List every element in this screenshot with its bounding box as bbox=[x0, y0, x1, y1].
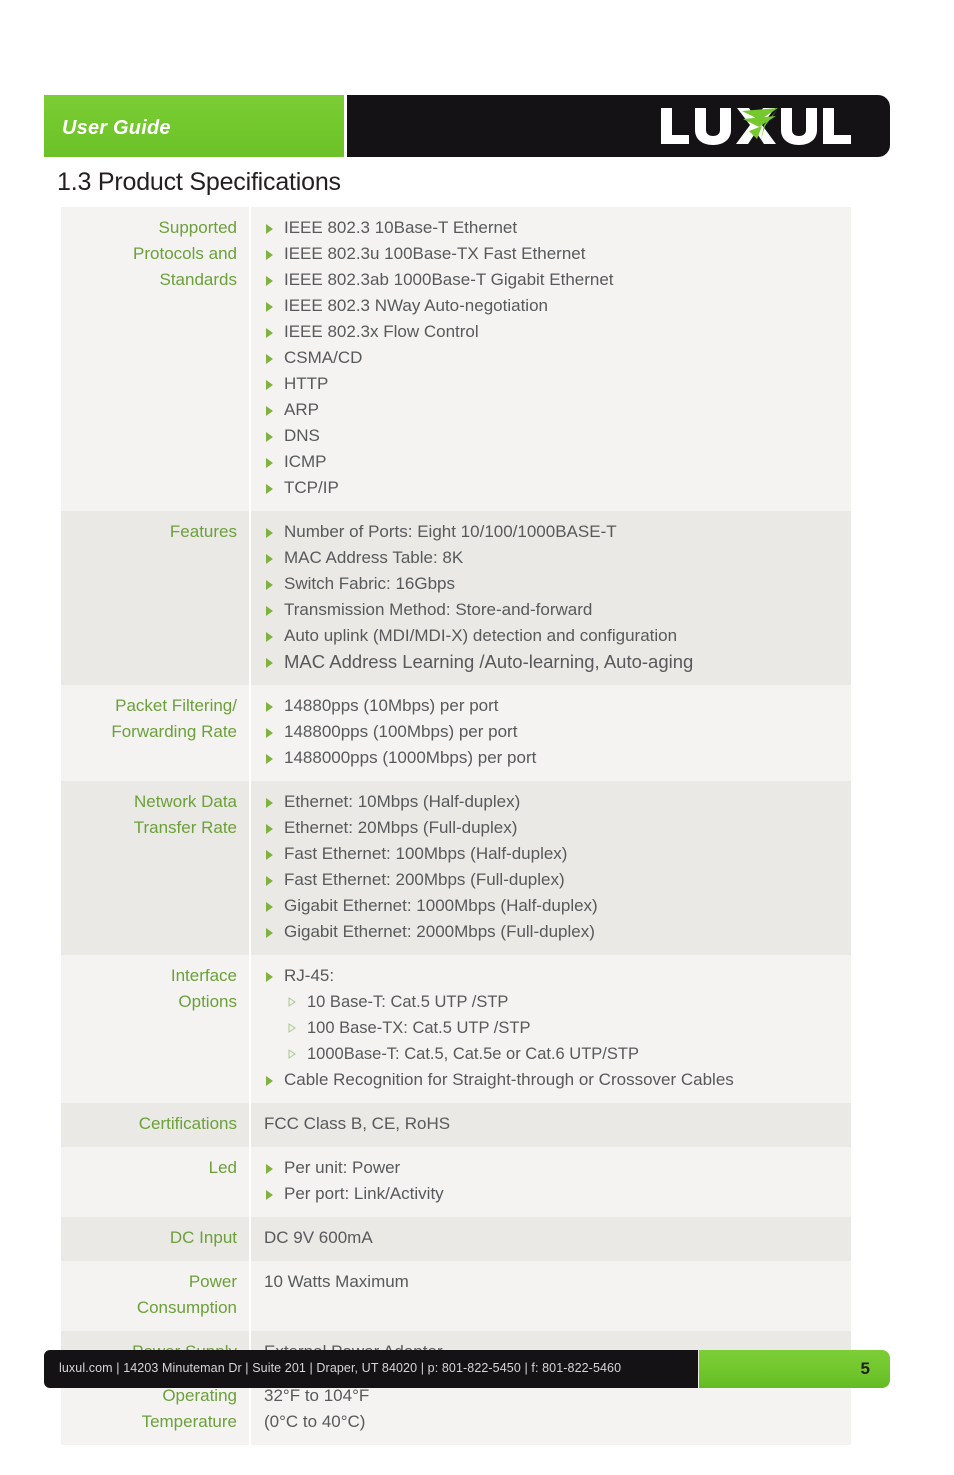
label-line: Features bbox=[169, 522, 237, 541]
section-title: 1.3 Product Specifications bbox=[57, 168, 341, 196]
label-line: Supported bbox=[158, 218, 237, 237]
bullet-item: Per port: Link/Activity bbox=[263, 1181, 841, 1207]
bullet-item: Ethernet: 20Mbps (Full-duplex) bbox=[263, 815, 841, 841]
bullet-item: CSMA/CD bbox=[263, 345, 841, 371]
sub-bullet-item: 100 Base-TX: Cat.5 UTP /STP bbox=[263, 1015, 841, 1041]
label-line: Certifications bbox=[138, 1114, 237, 1133]
label-line: Options bbox=[178, 992, 237, 1011]
bullet-item: Cable Recognition for Straight-through o… bbox=[263, 1067, 841, 1093]
bullet-item: IEEE 802.3u 100Base-TX Fast Ethernet bbox=[263, 241, 841, 267]
sub-bullet-text: 10 Base-T: Cat.5 UTP /STP bbox=[307, 993, 509, 1011]
bullet-item: IEEE 802.3x Flow Control bbox=[263, 319, 841, 345]
bullet-item: DNS bbox=[263, 423, 841, 449]
label-line: Forwarding Rate bbox=[111, 722, 237, 741]
luxul-logo bbox=[659, 104, 864, 148]
bullet-item: Gigabit Ethernet: 2000Mbps (Full-duplex) bbox=[263, 919, 841, 945]
bullet-item: MAC Address Table: 8K bbox=[263, 545, 841, 571]
value-text: DC 9V 600mA bbox=[264, 1228, 373, 1247]
table-row: Interface Options RJ-45: 10 Base-T: Cat.… bbox=[61, 955, 851, 1103]
page-header: User Guide bbox=[44, 95, 890, 157]
bullet-item: 148800pps (100Mbps) per port bbox=[263, 719, 841, 745]
page-footer: luxul.com | 14203 Minuteman Dr | Suite 2… bbox=[44, 1350, 890, 1388]
label-line: DC Input bbox=[169, 1228, 237, 1247]
hollow-triangle-icon bbox=[288, 1023, 296, 1033]
value-text: (0°C to 40°C) bbox=[264, 1412, 366, 1431]
user-guide-banner: User Guide bbox=[44, 95, 344, 157]
footer-contact-bar: luxul.com | 14203 Minuteman Dr | Suite 2… bbox=[44, 1350, 698, 1388]
bullet-item: Switch Fabric: 16Gbps bbox=[263, 571, 841, 597]
footer-page-badge: 5 bbox=[699, 1350, 890, 1388]
bullet-item: Ethernet: 10Mbps (Half-duplex) bbox=[263, 789, 841, 815]
row-label-supported-protocols-and-standards: Supported Protocols and Standards bbox=[61, 207, 251, 511]
table-row: Power Consumption 10 Watts Maximum bbox=[61, 1261, 851, 1331]
user-guide-label: User Guide bbox=[62, 117, 171, 139]
bullet-item: 14880pps (10Mbps) per port bbox=[263, 693, 841, 719]
label-line: Packet Filtering/ bbox=[115, 696, 237, 715]
bullet-item: IEEE 802.3ab 1000Base-T Gigabit Ethernet bbox=[263, 267, 841, 293]
bullet-item: Transmission Method: Store-and-forward bbox=[263, 597, 841, 623]
table-row: Features Number of Ports: Eight 10/100/1… bbox=[61, 511, 851, 685]
table-row: Network Data Transfer Rate Ethernet: 10M… bbox=[61, 781, 851, 955]
document-page: User Guide 1.3 Product Specifications Su… bbox=[0, 0, 954, 1475]
table-row: Led Per unit: Power Per port: Link/Activ… bbox=[61, 1147, 851, 1217]
hollow-triangle-icon bbox=[288, 997, 296, 1007]
sub-bullet-text: 1000Base-T: Cat.5, Cat.5e or Cat.6 UTP/S… bbox=[307, 1045, 639, 1063]
table-row: Packet Filtering/ Forwarding Rate 14880p… bbox=[61, 685, 851, 781]
bullet-item: Fast Ethernet: 100Mbps (Half-duplex) bbox=[263, 841, 841, 867]
value-text: FCC Class B, CE, RoHS bbox=[264, 1114, 451, 1133]
bullet-item: ICMP bbox=[263, 449, 841, 475]
row-label-packet-filtering-forwarding-rate: Packet Filtering/ Forwarding Rate bbox=[61, 685, 251, 781]
row-label-interface-options: Interface Options bbox=[61, 955, 251, 1103]
row-value-dc-input: DC 9V 600mA bbox=[250, 1217, 851, 1261]
page-number: 5 bbox=[860, 1359, 870, 1378]
bullet-item: 1488000pps (1000Mbps) per port bbox=[263, 745, 841, 771]
table-row: Supported Protocols and Standards IEEE 8… bbox=[61, 207, 851, 511]
bullet-item: ARP bbox=[263, 397, 841, 423]
row-value-features: Number of Ports: Eight 10/100/1000BASE-T… bbox=[250, 511, 851, 685]
label-line: Transfer Rate bbox=[133, 818, 237, 837]
bullet-item: TCP/IP bbox=[263, 475, 841, 501]
header-black-bar bbox=[347, 95, 890, 157]
label-line: Network Data bbox=[134, 792, 237, 811]
row-label-features: Features bbox=[61, 511, 251, 685]
label-line: Consumption bbox=[136, 1298, 237, 1317]
table-row: DC Input DC 9V 600mA bbox=[61, 1217, 851, 1261]
footer-contact-text: luxul.com | 14203 Minuteman Dr | Suite 2… bbox=[59, 1361, 622, 1375]
label-line: Standards bbox=[159, 270, 238, 289]
row-label-power-consumption: Power Consumption bbox=[61, 1261, 251, 1331]
row-label-network-data-transfer-rate: Network Data Transfer Rate bbox=[61, 781, 251, 955]
label-line: Led bbox=[208, 1158, 237, 1177]
bullet-item: IEEE 802.3 10Base-T Ethernet bbox=[263, 215, 841, 241]
row-value-interface-options: RJ-45: 10 Base-T: Cat.5 UTP /STP 100 Bas… bbox=[250, 955, 851, 1103]
row-value-certifications: FCC Class B, CE, RoHS bbox=[250, 1103, 851, 1147]
hollow-triangle-icon bbox=[288, 1049, 296, 1059]
row-value-network-data-transfer-rate: Ethernet: 10Mbps (Half-duplex) Ethernet:… bbox=[250, 781, 851, 955]
bullet-item: HTTP bbox=[263, 371, 841, 397]
row-label-dc-input: DC Input bbox=[61, 1217, 251, 1261]
row-label-led: Led bbox=[61, 1147, 251, 1217]
product-specifications-table: Supported Protocols and Standards IEEE 8… bbox=[61, 207, 851, 1445]
row-value-packet-filtering-forwarding-rate: 14880pps (10Mbps) per port 148800pps (10… bbox=[250, 685, 851, 781]
label-line: Temperature bbox=[141, 1412, 237, 1431]
row-value-led: Per unit: Power Per port: Link/Activity bbox=[250, 1147, 851, 1217]
sub-bullet-item: 10 Base-T: Cat.5 UTP /STP bbox=[263, 989, 841, 1015]
table-row: Certifications FCC Class B, CE, RoHS bbox=[61, 1103, 851, 1147]
label-line: Power bbox=[188, 1272, 237, 1291]
bullet-item: RJ-45: bbox=[263, 963, 841, 989]
value-text: 10 Watts Maximum bbox=[264, 1272, 409, 1291]
bullet-item: Auto uplink (MDI/MDI-X) detection and co… bbox=[263, 623, 841, 649]
bullet-item: IEEE 802.3 NWay Auto-negotiation bbox=[263, 293, 841, 319]
label-line: Protocols and bbox=[133, 244, 237, 263]
row-label-certifications: Certifications bbox=[61, 1103, 251, 1147]
row-value-power-consumption: 10 Watts Maximum bbox=[250, 1261, 851, 1331]
sub-bullet-text: 100 Base-TX: Cat.5 UTP /STP bbox=[307, 1019, 531, 1037]
bullet-item: Gigabit Ethernet: 1000Mbps (Half-duplex) bbox=[263, 893, 841, 919]
bullet-item: Per unit: Power bbox=[263, 1155, 841, 1181]
label-line: Interface bbox=[170, 966, 237, 985]
bullet-item: MAC Address Learning /Auto-learning, Aut… bbox=[263, 649, 841, 675]
bullet-item: Number of Ports: Eight 10/100/1000BASE-T bbox=[263, 519, 841, 545]
row-value-supported-protocols-and-standards: IEEE 802.3 10Base-T Ethernet IEEE 802.3u… bbox=[250, 207, 851, 511]
sub-bullet-item: 1000Base-T: Cat.5, Cat.5e or Cat.6 UTP/S… bbox=[263, 1041, 841, 1067]
bullet-item: Fast Ethernet: 200Mbps (Full-duplex) bbox=[263, 867, 841, 893]
